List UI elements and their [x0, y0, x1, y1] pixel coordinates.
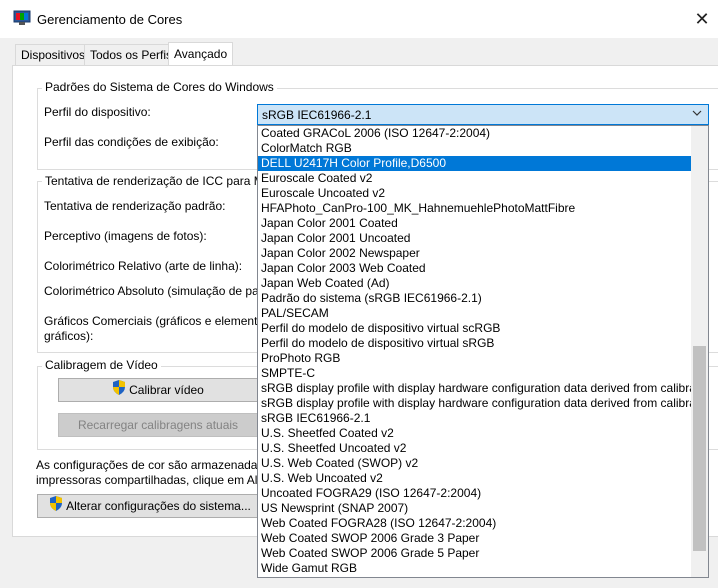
list-item[interactable]: Perfil do modelo de dispositivo virtual …	[258, 336, 691, 351]
dropdown-items: Coated GRACoL 2006 (ISO 12647-2:2004) Col…	[258, 126, 691, 576]
scrollbar-thumb[interactable]	[693, 346, 706, 551]
relative-colorimetric-label: Colorimétrico Relativo (arte de linha):	[44, 259, 243, 273]
profile-dropdown-list[interactable]: Coated GRACoL 2006 (ISO 12647-2:2004) Col…	[257, 125, 709, 578]
chevron-down-icon[interactable]	[692, 108, 702, 120]
tab-dispositivos[interactable]: Dispositivos	[15, 44, 92, 65]
list-item[interactable]: DELL U2417H Color Profile,D6500	[258, 156, 691, 171]
rendering-group-title: Tentativa de renderização de ICC para Ma	[42, 174, 274, 188]
perceptual-label: Perceptivo (imagens de fotos):	[44, 229, 207, 243]
default-intent-label: Tentativa de renderização padrão:	[44, 199, 226, 213]
list-item[interactable]: Japan Web Coated (Ad)	[258, 276, 691, 291]
list-item[interactable]: Japan Color 2001 Uncoated	[258, 231, 691, 246]
tab-todos-os-perfis[interactable]: Todos os Perfis	[84, 44, 179, 65]
reload-calibrations-button[interactable]: Recarregar calibragens atuais	[58, 413, 258, 437]
list-item[interactable]: Web Coated SWOP 2006 Grade 5 Paper	[258, 546, 691, 561]
list-item[interactable]: sRGB display profile with display hardwa…	[258, 396, 691, 411]
business-graphics-label-line2: gráficos):	[44, 329, 94, 343]
list-item[interactable]: Uncoated FOGRA29 (ISO 12647-2:2004)	[258, 486, 691, 501]
list-item[interactable]: sRGB display profile with display hardwa…	[258, 381, 691, 396]
list-item[interactable]: Wide Gamut RGB	[258, 561, 691, 576]
title-bar: Gerenciamento de Cores ✕	[0, 0, 718, 38]
change-system-defaults-button[interactable]: Alterar configurações do sistema...	[37, 494, 263, 518]
list-item[interactable]: sRGB IEC61966-2.1	[258, 411, 691, 426]
defaults-group-title: Padrões do Sistema de Cores do Windows	[42, 80, 277, 94]
viewing-conditions-label: Perfil das condições de exibição:	[44, 135, 219, 149]
combo-selected-value: sRGB IEC61966-2.1	[262, 108, 372, 122]
list-item[interactable]: Padrão do sistema (sRGB IEC61966-2.1)	[258, 291, 691, 306]
list-item[interactable]: Japan Color 2001 Coated	[258, 216, 691, 231]
absolute-colorimetric-label: Colorimétrico Absoluto (simulação de pa	[44, 284, 259, 298]
uac-shield-icon	[112, 379, 126, 402]
list-item[interactable]: PAL/SECAM	[258, 306, 691, 321]
list-item[interactable]: Euroscale Coated v2	[258, 171, 691, 186]
list-item[interactable]: U.S. Web Uncoated v2	[258, 471, 691, 486]
close-icon[interactable]: ✕	[690, 8, 714, 30]
device-profile-combobox[interactable]: sRGB IEC61966-2.1	[257, 104, 709, 125]
list-item[interactable]: Euroscale Uncoated v2	[258, 186, 691, 201]
list-item[interactable]: Coated GRACoL 2006 (ISO 12647-2:2004)	[258, 126, 691, 141]
window-title: Gerenciamento de Cores	[37, 12, 183, 27]
list-item[interactable]: US Newsprint (SNAP 2007)	[258, 501, 691, 516]
list-item[interactable]: U.S. Web Coated (SWOP) v2	[258, 456, 691, 471]
business-graphics-label: Gráficos Comerciais (gráficos e elemento	[44, 314, 265, 328]
footer-text-line1: As configurações de cor são armazenada	[36, 458, 258, 472]
list-item[interactable]: U.S. Sheetfed Coated v2	[258, 426, 691, 441]
list-item[interactable]: HFAPhoto_CanPro-100_MK_HahnemuehlePhotoM…	[258, 201, 691, 216]
calibrate-display-button[interactable]: Calibrar vídeo	[58, 378, 258, 402]
footer-text-line2: impressoras compartilhadas, clique em Al…	[36, 473, 261, 487]
list-item[interactable]: ProPhoto RGB	[258, 351, 691, 366]
calibrate-display-label: Calibrar vídeo	[129, 383, 204, 397]
list-item[interactable]: Web Coated SWOP 2006 Grade 3 Paper	[258, 531, 691, 546]
uac-shield-icon	[49, 495, 63, 518]
list-item[interactable]: Perfil do modelo de dispositivo virtual …	[258, 321, 691, 336]
list-item[interactable]: U.S. Sheetfed Uncoated v2	[258, 441, 691, 456]
calibration-group-title: Calibragem de Vídeo	[42, 358, 161, 372]
device-profile-label: Perfil do dispositivo:	[44, 105, 151, 119]
list-item[interactable]: SMPTE-C	[258, 366, 691, 381]
list-item[interactable]: Japan Color 2003 Web Coated	[258, 261, 691, 276]
tab-avancado[interactable]: Avançado	[168, 42, 234, 67]
list-item[interactable]: Japan Color 2002 Newspaper	[258, 246, 691, 261]
color-management-icon	[13, 10, 31, 26]
tab-strip: Dispositivos Todos os Perfis Avançado	[0, 42, 718, 67]
list-item[interactable]: ColorMatch RGB	[258, 141, 691, 156]
change-system-defaults-label: Alterar configurações do sistema...	[66, 499, 251, 513]
list-item[interactable]: Web Coated FOGRA28 (ISO 12647-2:2004)	[258, 516, 691, 531]
dropdown-scrollbar[interactable]	[691, 126, 708, 577]
